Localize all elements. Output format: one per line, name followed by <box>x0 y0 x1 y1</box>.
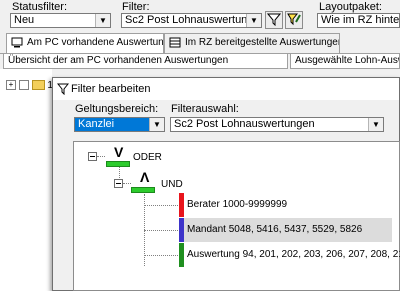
and-operator-label: UND <box>161 179 183 190</box>
or-operator-symbol: V <box>114 144 124 160</box>
condition-color-stripe <box>179 218 184 242</box>
filter-selection-select[interactable]: Sc2 Post Lohnauswertungen ▼ <box>170 117 384 132</box>
tab-pc-evaluations[interactable]: Am PC vorhandene Auswertungen <box>6 33 164 54</box>
right-pane-header: Ausgewählte Lohn-Ausw <box>290 53 400 69</box>
checkbox[interactable] <box>18 80 29 91</box>
tree-connector <box>144 255 178 256</box>
left-pane-body <box>0 69 52 291</box>
dialog-title: Filter bearbeiten <box>71 83 151 95</box>
condition-color-stripe <box>179 243 184 267</box>
filter-select[interactable]: Sc2 Post Lohnauswertungen ▼ <box>121 13 262 28</box>
left-pane-header: Übersicht der am PC vorhandenen Auswertu… <box>3 53 288 69</box>
and-operator-bar <box>131 187 155 193</box>
layout-value: Wie im RZ hinterlegt <box>321 14 400 26</box>
left-tree-row[interactable]: + 12 <box>6 80 58 91</box>
condition-label: Berater 1000-9999999 <box>187 199 288 210</box>
dialog-titlebar[interactable]: Filter bearbeiten <box>53 78 399 100</box>
scope-select[interactable]: Kanzlei ▼ <box>74 117 165 132</box>
folder-icon <box>31 80 45 91</box>
filter-value: Sc2 Post Lohnauswertungen <box>125 14 262 26</box>
filter-dialog: Filter bearbeiten Geltungsbereich: Kanzl… <box>52 77 400 291</box>
tab-rz-evaluations[interactable]: Im RZ bereitgestellte Auswertungen <box>164 33 340 53</box>
tree-connector <box>123 183 131 184</box>
server-icon <box>169 37 181 48</box>
status-filter-select[interactable]: Neu ▼ <box>10 13 111 28</box>
scope-label: Geltungsbereich: <box>75 103 159 115</box>
tree-connector <box>144 230 178 231</box>
pc-icon <box>11 37 23 48</box>
chevron-down-icon[interactable]: ▼ <box>368 118 383 131</box>
condition-label: Mandant 5048, 5416, 5437, 5529, 5826 <box>187 224 363 235</box>
scope-value: Kanzlei <box>78 118 115 130</box>
filter-icon <box>57 83 69 95</box>
status-filter-label: Statusfilter: <box>12 1 68 13</box>
filter-selection-value: Sc2 Post Lohnauswertungen <box>174 118 315 130</box>
chevron-down-icon[interactable]: ▼ <box>149 118 164 131</box>
condition-color-stripe <box>179 193 184 217</box>
layout-label: Layoutpaket: <box>319 1 382 13</box>
funnel-icon <box>266 13 282 27</box>
and-operator-symbol: Λ <box>140 169 150 185</box>
edit-filter-icon <box>287 13 301 26</box>
condition-row[interactable]: Berater 1000-9999999 <box>179 193 392 217</box>
chevron-down-icon[interactable]: ▼ <box>95 14 110 27</box>
or-operator-bar <box>106 161 130 167</box>
condition-row[interactable]: Mandant 5048, 5416, 5437, 5529, 5826 <box>179 218 392 242</box>
edit-filter-button[interactable] <box>285 11 303 29</box>
tab-label: Am PC vorhandene Auswertungen <box>27 37 164 48</box>
chevron-down-icon[interactable]: ▼ <box>246 14 261 27</box>
tree-connector <box>144 205 178 206</box>
filter-icon[interactable] <box>265 11 283 29</box>
filter-label: Filter: <box>122 1 150 13</box>
filter-tree: V ODER Λ UND Berater 1000-9999999 Mandan… <box>73 141 400 291</box>
status-filter-value: Neu <box>14 14 35 26</box>
condition-row[interactable]: Auswertung 94, 201, 202, 203, 206, 207, … <box>179 243 400 267</box>
tab-label: Im RZ bereitgestellte Auswertungen <box>185 37 340 48</box>
collapse-icon[interactable] <box>88 152 97 161</box>
filter-selection-label: Filterauswahl: <box>171 103 239 115</box>
layout-select[interactable]: Wie im RZ hinterlegt <box>317 13 400 28</box>
collapse-icon[interactable] <box>114 179 123 188</box>
expand-icon[interactable]: + <box>6 80 16 91</box>
condition-label: Auswertung 94, 201, 202, 203, 206, 207, … <box>187 249 400 260</box>
tree-connector <box>97 156 105 157</box>
or-operator-label: ODER <box>133 152 162 163</box>
